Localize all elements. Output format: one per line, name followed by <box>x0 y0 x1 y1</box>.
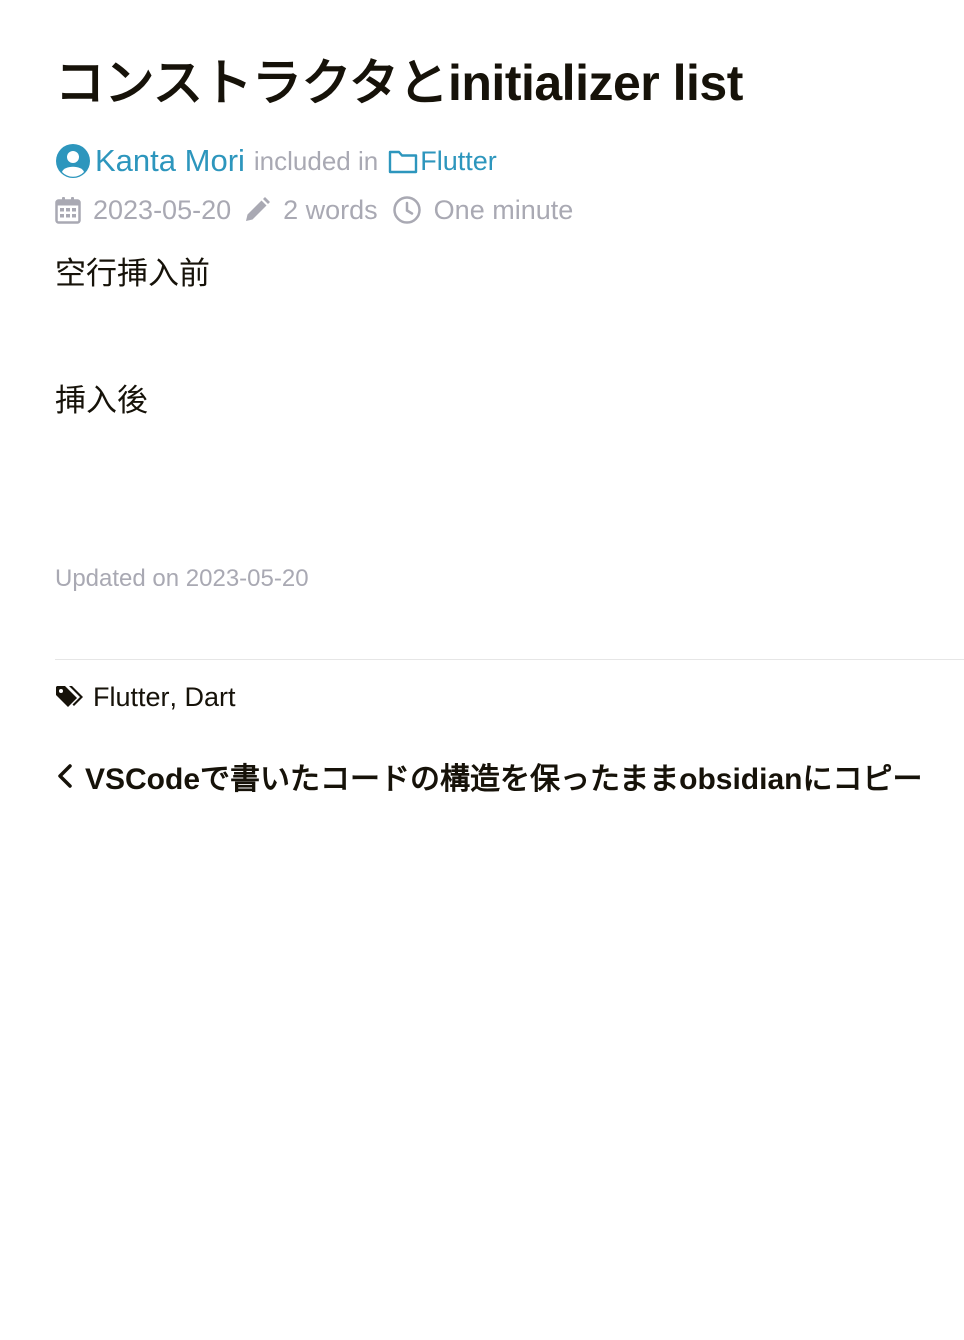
chevron-left-icon <box>55 763 75 789</box>
updated-date: Updated on 2023-05-20 <box>55 565 309 592</box>
pencil-icon <box>243 196 271 224</box>
paragraph: 挿入後 <box>55 383 148 418</box>
prev-post-title: VSCodeで書いたコードの構造を保ったままobsidianにコピー <box>85 763 923 796</box>
post-tags: Flutter , Dart <box>55 678 236 716</box>
tag-link[interactable]: Flutter <box>93 682 170 713</box>
category-name: Flutter <box>420 145 497 176</box>
paragraph: 空行挿入前 <box>55 256 210 291</box>
folder-icon <box>388 148 418 174</box>
user-circle-icon <box>55 143 91 179</box>
tags-icon <box>55 684 85 710</box>
included-in-label: included in <box>253 145 379 176</box>
post-date: 2023-05-20 <box>93 194 232 225</box>
word-count: 2 words <box>283 194 378 225</box>
prev-post-link[interactable]: VSCodeで書いたコードの構造を保ったままobsidianにコピー <box>55 755 922 797</box>
tag-link[interactable]: Dart <box>185 682 236 713</box>
footer-divider <box>55 659 964 660</box>
post-meta-author-category: Kanta Mori included in Flutter <box>55 140 497 182</box>
tag-separator: , <box>169 681 185 712</box>
clock-icon <box>392 195 422 225</box>
category-link[interactable]: Flutter <box>388 146 497 177</box>
post-meta-stats: 2023-05-20 2 words One minute <box>55 190 573 230</box>
reading-time: One minute <box>433 194 574 225</box>
post-page: コンストラクタとinitializer list Kanta Mori incl… <box>55 0 964 1340</box>
author-link[interactable]: Kanta Mori <box>55 143 245 179</box>
author-name: Kanta Mori <box>95 143 245 178</box>
post-title: コンストラクタとinitializer list <box>55 55 743 111</box>
calendar-icon <box>55 196 81 224</box>
